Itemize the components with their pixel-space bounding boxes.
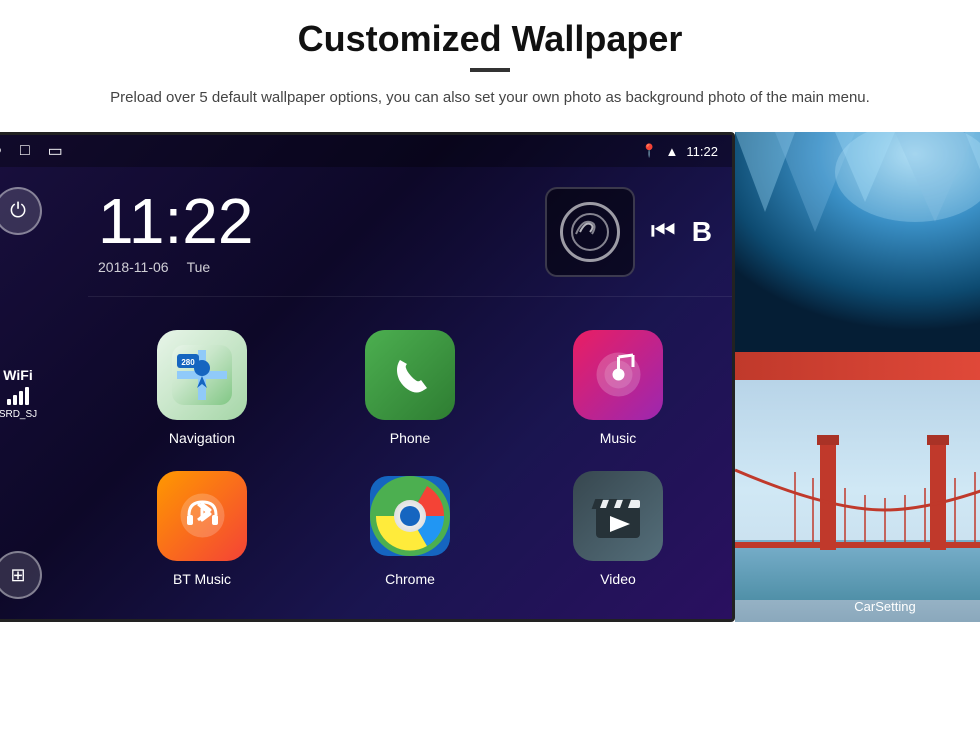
wifi-bar-3	[19, 391, 23, 405]
screen-body: ⏻ WiFi SRD_SJ ⊞	[0, 167, 732, 619]
wallpaper-panels: CarSetting	[735, 132, 980, 622]
app-item-music[interactable]: Music	[514, 317, 722, 458]
screenshot-icon[interactable]: ▭	[48, 141, 63, 161]
app-item-navigation[interactable]: 280 Navigation	[98, 317, 306, 458]
left-sidebar: ⏻ WiFi SRD_SJ ⊞	[0, 167, 88, 619]
wifi-label: WiFi	[3, 367, 32, 383]
power-button[interactable]: ⏻	[0, 187, 42, 235]
navigation-label: Navigation	[169, 430, 235, 446]
prev-track-button[interactable]: ⏮	[651, 215, 676, 248]
wifi-bars	[7, 387, 29, 405]
clock-icons: ⏮ B	[545, 187, 712, 277]
page-title: Customized Wallpaper	[298, 18, 683, 60]
main-content: 11:22 2018-11-06 Tue	[88, 167, 732, 619]
app-item-video[interactable]: Video	[514, 458, 722, 599]
app-grid: 280 Navigation Ph	[88, 297, 732, 619]
app-item-phone[interactable]: Phone	[306, 317, 514, 458]
wallpaper-golden-gate[interactable]: CarSetting	[735, 380, 980, 622]
wifi-icon: ▲	[666, 144, 679, 159]
apps-grid-icon: ⊞	[10, 565, 25, 586]
wifi-bar-2	[13, 395, 17, 405]
b-icon: B	[692, 216, 712, 248]
phone-label: Phone	[390, 430, 430, 446]
wifi-info: WiFi SRD_SJ	[0, 367, 37, 420]
status-left: ◁ ○ □ ▭	[0, 141, 63, 161]
home-icon[interactable]: ○	[0, 142, 2, 160]
status-bar: ◁ ○ □ ▭ 📍 ▲ 11:22	[0, 135, 732, 167]
status-time: 11:22	[686, 144, 718, 159]
clock-area: 11:22 2018-11-06 Tue	[88, 167, 732, 297]
recents-icon[interactable]: □	[20, 142, 30, 160]
bt-music-label: BT Music	[173, 571, 231, 587]
device-area: ◁ ○ □ ▭ 📍 ▲ 11:22 ⏻ Wi	[0, 132, 980, 622]
wifi-bar-1	[7, 399, 11, 405]
date-value: 2018-11-06	[98, 259, 169, 275]
wifi-signal-svg	[570, 212, 610, 252]
carsetting-label: CarSetting	[735, 599, 980, 614]
video-label: Video	[600, 571, 636, 587]
wallpaper-ice-cave[interactable]	[735, 132, 980, 352]
media-widget[interactable]	[545, 187, 635, 277]
clock-display: 11:22	[98, 189, 253, 253]
chrome-label: Chrome	[385, 571, 435, 587]
svg-text:280: 280	[181, 358, 195, 367]
app-item-bt-music[interactable]: BT Music	[98, 458, 306, 599]
bt-music-icon	[157, 471, 247, 561]
status-right: 📍 ▲ 11:22	[641, 143, 718, 159]
clock-date: 2018-11-06 Tue	[98, 259, 210, 275]
wifi-bar-4	[25, 387, 29, 405]
title-divider	[470, 68, 510, 72]
page-subtitle: Preload over 5 default wallpaper options…	[110, 86, 870, 110]
clock-left: 11:22 2018-11-06 Tue	[98, 189, 253, 275]
day-value: Tue	[187, 259, 211, 275]
chrome-icon	[365, 471, 455, 561]
android-screen: ◁ ○ □ ▭ 📍 ▲ 11:22 ⏻ Wi	[0, 132, 735, 622]
red-strip	[735, 352, 980, 380]
phone-icon	[365, 330, 455, 420]
apps-grid-button[interactable]: ⊞	[0, 551, 42, 599]
navigation-icon: 280	[157, 330, 247, 420]
media-icon-inner	[560, 202, 620, 262]
music-icon	[573, 330, 663, 420]
wifi-ssid: SRD_SJ	[0, 409, 37, 420]
bridge-scene	[735, 380, 980, 622]
power-icon: ⏻	[10, 200, 26, 223]
video-icon	[573, 471, 663, 561]
location-icon: 📍	[641, 143, 657, 159]
app-item-chrome[interactable]: Chrome	[306, 458, 514, 599]
music-label: Music	[600, 430, 637, 446]
ice-cave-scene	[735, 132, 980, 352]
